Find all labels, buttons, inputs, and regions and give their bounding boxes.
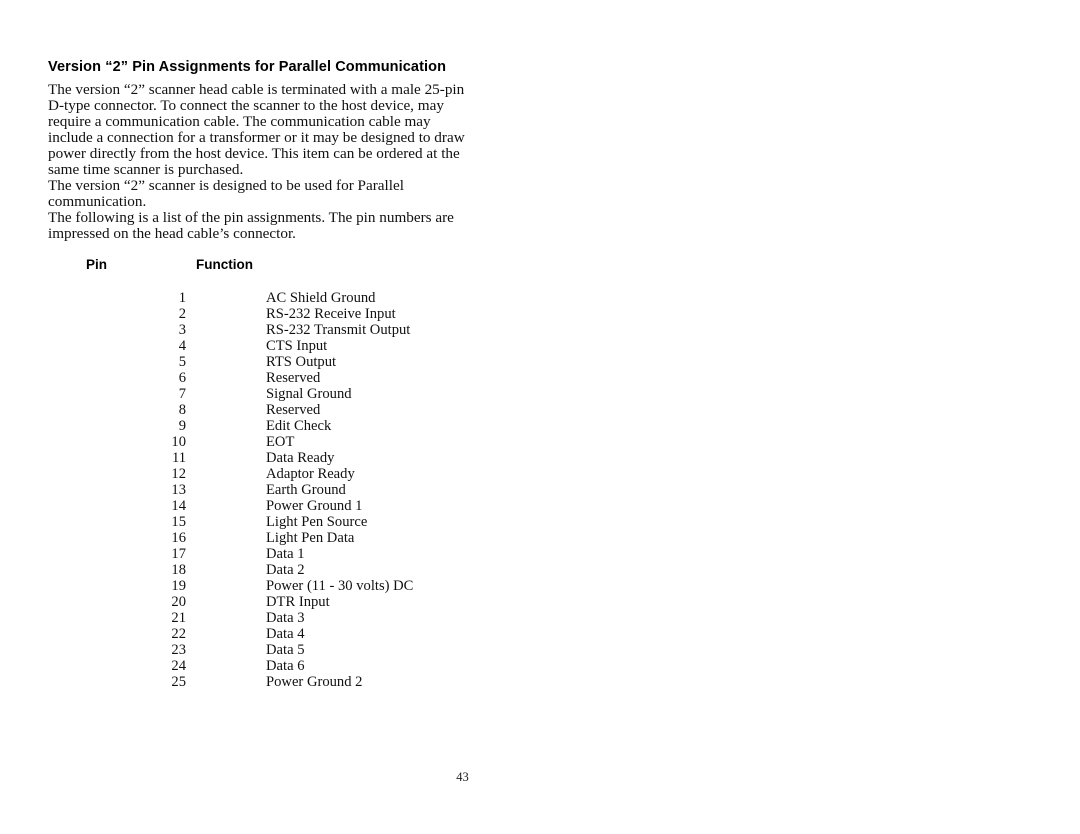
- table-row: 21 Data 3: [0, 610, 500, 626]
- pin-function-cell: Data 5: [266, 642, 305, 658]
- pin-number-cell: 9: [178, 418, 186, 434]
- pin-number-cell: 19: [171, 578, 186, 594]
- table-row: 5 RTS Output: [0, 354, 500, 370]
- pin-number-cell: 8: [178, 402, 186, 418]
- pin-function-cell: Data 3: [266, 610, 305, 626]
- pin-number-cell: 24: [171, 658, 186, 674]
- table-row: 7 Signal Ground: [0, 386, 500, 402]
- pin-function-cell: Power Ground 2: [266, 674, 363, 690]
- table-row: 20 DTR Input: [0, 594, 500, 610]
- pin-number-cell: 18: [171, 562, 186, 578]
- table-row: 11 Data Ready: [0, 450, 500, 466]
- pin-function-cell: Data 1: [266, 546, 305, 562]
- parallel-communication-paragraph-block: The version “2” scanner is designed to b…: [48, 177, 468, 211]
- page-title: Version “2” Pin Assignments for Parallel…: [48, 58, 447, 75]
- pin-number-cell: 7: [178, 386, 186, 402]
- pin-function-cell: Reserved: [266, 370, 321, 386]
- pin-number-cell: 23: [171, 642, 186, 658]
- page-number: 43: [456, 770, 469, 784]
- table-row: 2 RS-232 Receive Input: [0, 306, 500, 322]
- table-row: 17 Data 1: [0, 546, 500, 562]
- pin-number-cell: 25: [171, 674, 186, 690]
- pin-function-cell: Edit Check: [266, 418, 332, 434]
- pin-number-cell: 13: [171, 482, 186, 498]
- pin-function-cell: CTS Input: [266, 338, 328, 354]
- table-row: 3 RS-232 Transmit Output: [0, 322, 500, 338]
- pin-number-cell: 5: [178, 354, 186, 370]
- pin-function-cell: Data 4: [266, 626, 305, 642]
- pin-function-cell: Data 2: [266, 562, 305, 578]
- table-row: 12 Adaptor Ready: [0, 466, 500, 482]
- paragraph-pin-list-intro: The following is a list of the pin assig…: [48, 209, 454, 243]
- pin-function-cell: Reserved: [266, 402, 321, 418]
- pin-number-cell: 10: [171, 434, 186, 450]
- pin-function-cell: Data 6: [266, 658, 305, 674]
- pin-function-cell: Light Pen Data: [266, 530, 355, 546]
- table-row: 9 Edit Check: [0, 418, 500, 434]
- pin-function-cell: RTS Output: [266, 354, 337, 370]
- pin-number-cell: 4: [178, 338, 186, 354]
- pin-assignment-table: Pin Function 1 AC Shield Ground 2 RS-232 Re…: [0, 256, 500, 690]
- pin-number-cell: 6: [178, 370, 186, 386]
- pin-number-cell: 21: [171, 610, 186, 626]
- pin-number-cell: 2: [178, 306, 186, 322]
- pin-function-cell: Data Ready: [266, 450, 335, 466]
- pin-function-cell: RS-232 Transmit Output: [266, 322, 411, 338]
- paragraph-parallel-communication: The version “2” scanner is designed to b…: [48, 177, 404, 211]
- table-row: 25 Power Ground 2: [0, 674, 500, 690]
- table-row: 15 Light Pen Source: [0, 514, 500, 530]
- table-row: 6 Reserved: [0, 370, 500, 386]
- pin-number-cell: 16: [171, 530, 186, 546]
- pin-function-cell: AC Shield Ground: [266, 290, 376, 306]
- column-header-function: Function: [196, 257, 253, 272]
- table-row: 19 Power (11 - 30 volts) DC: [0, 578, 500, 594]
- pin-function-cell: DTR Input: [266, 594, 330, 610]
- pin-number-cell: 3: [178, 322, 186, 338]
- table-row: 1 AC Shield Ground: [0, 290, 500, 306]
- pin-list-intro-paragraph-block: The following is a list of the pin assig…: [48, 209, 468, 243]
- pin-number-cell: 14: [171, 498, 186, 514]
- intro-paragraph-block: The version “2” scanner head cable is te…: [48, 81, 468, 179]
- pin-table-header: Pin Function: [0, 256, 500, 290]
- table-row: 10 EOT: [0, 434, 500, 450]
- column-header-pin: Pin: [86, 257, 108, 272]
- pin-number-cell: 20: [171, 594, 186, 610]
- pin-number-cell: 15: [171, 514, 186, 530]
- document-page: Version “2” Pin Assignments for Parallel…: [0, 0, 1080, 834]
- table-row: 14 Power Ground 1: [0, 498, 500, 514]
- table-row: 16 Light Pen Data: [0, 530, 500, 546]
- table-row: 24 Data 6: [0, 658, 500, 674]
- table-row: 22 Data 4: [0, 626, 500, 642]
- table-row: 4 CTS Input: [0, 338, 500, 354]
- pin-function-cell: Power Ground 1: [266, 498, 363, 514]
- pin-function-cell: Earth Ground: [266, 482, 346, 498]
- table-row: 8 Reserved: [0, 402, 500, 418]
- pin-function-cell: Light Pen Source: [266, 514, 368, 530]
- pin-function-cell: EOT: [266, 434, 295, 450]
- paragraph-cable-description: The version “2” scanner head cable is te…: [48, 81, 465, 179]
- pin-number-cell: 11: [171, 450, 186, 466]
- pin-number-cell: 17: [171, 546, 186, 562]
- table-header-row: Pin Function: [0, 256, 500, 290]
- pin-function-cell: Power (11 - 30 volts) DC: [266, 578, 414, 594]
- table-row: 23 Data 5: [0, 642, 500, 658]
- pin-number-cell: 1: [178, 290, 186, 306]
- pin-number-cell: 12: [171, 466, 186, 482]
- table-row: 18 Data 2: [0, 562, 500, 578]
- pin-function-cell: Signal Ground: [266, 386, 352, 402]
- pin-function-cell: Adaptor Ready: [266, 466, 355, 482]
- pin-number-cell: 22: [171, 626, 186, 642]
- table-row: 13 Earth Ground: [0, 482, 500, 498]
- pin-function-cell: RS-232 Receive Input: [266, 306, 396, 322]
- pin-table-body: 1 AC Shield Ground 2 RS-232 Receive Input 3 R…: [0, 290, 500, 690]
